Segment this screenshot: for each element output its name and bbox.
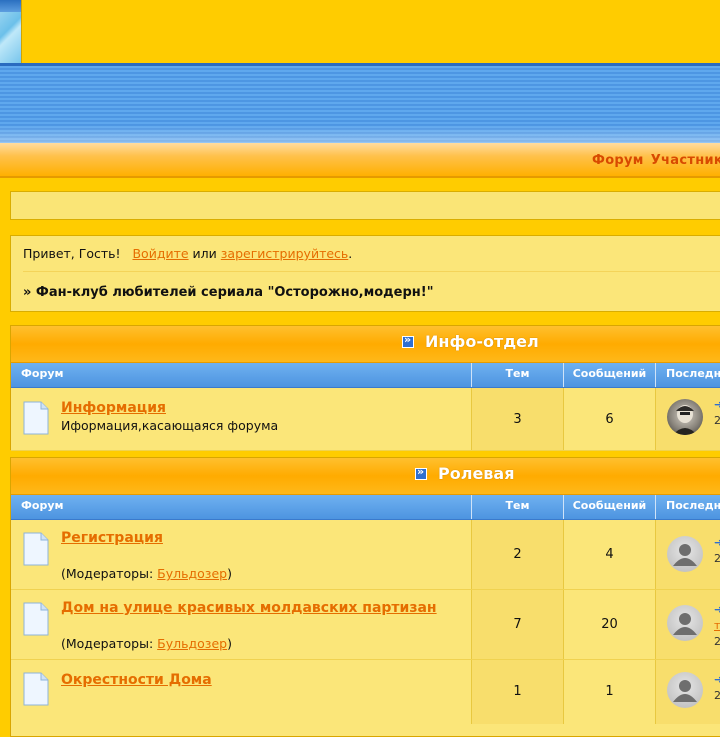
last-post-date: 2 (714, 552, 720, 565)
col-messages: Сообщений (564, 495, 656, 519)
default-user-icon (673, 680, 697, 702)
register-link[interactable]: зарегистрируйтесь (221, 246, 349, 261)
category-roleplay: Ролевая Форум Тем Сообщений Последнее Ре… (10, 457, 720, 737)
announcement-panel (10, 191, 720, 220)
moderators-close: ) (227, 566, 232, 581)
category-title[interactable]: Ролевая (438, 464, 514, 483)
moderators-close: ) (227, 636, 232, 651)
login-link[interactable]: Войдите (132, 246, 188, 261)
category-title[interactable]: Инфо-отдел (425, 332, 539, 351)
moderator-link[interactable]: Бульдозер (157, 636, 227, 651)
forum-doc-icon (23, 672, 49, 706)
forum-row: Дом на улице красивых молдавских партиза… (11, 590, 720, 660)
forum-row: Окрестности Дома 1 1 ➜ 2 (11, 660, 720, 724)
header-logo-corner (0, 0, 22, 63)
forum-last-post: ➜ т 2 (656, 590, 720, 659)
forum-last-post: ➜ 2 (656, 388, 720, 450)
forum-messages-count: 1 (564, 660, 656, 724)
or-text: или (192, 246, 217, 261)
forum-row: Регистрация (Модераторы: Бульдозер) 2 4 … (11, 520, 720, 590)
last-post-date: 2 (714, 414, 720, 427)
last-post-topic-link[interactable]: т (714, 618, 720, 634)
forum-title-link[interactable]: Регистрация (61, 530, 163, 546)
avatar[interactable] (667, 399, 703, 435)
last-post-info: ➜ 2 (714, 672, 720, 704)
forum-moderators: (Модераторы: Бульдозер) (61, 636, 232, 651)
column-headers: Форум Тем Сообщений Последнее (11, 363, 720, 388)
last-post-date: 2 (714, 635, 720, 648)
forum-messages-count: 4 (564, 520, 656, 589)
forum-doc-icon (23, 532, 49, 566)
avatar-photo-icon (673, 405, 697, 435)
forum-last-post: ➜ 2 (656, 520, 720, 589)
default-user-icon (673, 544, 697, 566)
last-post-info: ➜ т 2 (714, 602, 720, 650)
header-banner (0, 63, 720, 143)
forum-topics-count: 2 (472, 520, 564, 589)
forum-moderators: (Модераторы: Бульдозер) (61, 566, 232, 581)
col-topics: Тем (472, 363, 564, 387)
last-post-info: ➜ 2 (714, 535, 720, 567)
moderators-label: (Модераторы: (61, 636, 154, 651)
forum-topics-count: 3 (472, 388, 564, 450)
welcome-divider (23, 271, 720, 272)
column-headers: Форум Тем Сообщений Последнее (11, 495, 720, 520)
welcome-line: Привет, Гость! Войдите или зарегистрируй… (23, 246, 352, 261)
welcome-dot: . (348, 246, 353, 261)
category-info: Инфо-отдел Форум Тем Сообщений Последнее… (10, 325, 720, 451)
nav-links: Форум Участники (592, 153, 720, 168)
forum-cell: Дом на улице красивых молдавских партиза… (11, 590, 472, 659)
header-top-band (0, 0, 720, 63)
collapse-icon[interactable] (415, 465, 427, 480)
col-forum: Форум (11, 363, 472, 387)
forum-messages-count: 20 (564, 590, 656, 659)
avatar[interactable] (667, 536, 703, 572)
forum-title-link[interactable]: Информация (61, 400, 166, 416)
header-logo-strip (0, 0, 21, 12)
last-post-arrow-icon[interactable]: ➜ (714, 535, 720, 551)
forum-cell: Информация Иформация,касающаяся форума (11, 388, 472, 450)
forum-doc-icon (23, 602, 49, 636)
last-post-arrow-icon[interactable]: ➜ (714, 397, 720, 413)
avatar[interactable] (667, 605, 703, 641)
navigation-bar: Форум Участники (0, 143, 720, 178)
nav-link-forum[interactable]: Форум (592, 153, 644, 168)
forum-topics-count: 7 (472, 590, 564, 659)
avatar[interactable] (667, 672, 703, 708)
welcome-panel: Привет, Гость! Войдите или зарегистрируй… (10, 235, 720, 312)
moderators-label: (Модераторы: (61, 566, 154, 581)
moderator-link[interactable]: Бульдозер (157, 566, 227, 581)
breadcrumb[interactable]: » Фан-клуб любителей сериала "Осторожно,… (23, 285, 433, 300)
forum-doc-icon (23, 401, 49, 435)
forum-row: Информация Иформация,касающаяся форума 3… (11, 388, 720, 451)
nav-link-members[interactable]: Участники (651, 153, 720, 168)
last-post-arrow-icon[interactable]: ➜ (714, 602, 720, 618)
last-post-arrow-icon[interactable]: ➜ (714, 672, 720, 688)
category-header: Ролевая (11, 458, 720, 495)
greeting-text: Привет, Гость! (23, 246, 121, 261)
last-post-date: 2 (714, 689, 720, 702)
collapse-icon[interactable] (402, 333, 414, 348)
forum-cell: Окрестности Дома (11, 660, 472, 724)
forum-title-link[interactable]: Дом на улице красивых молдавских партиза… (61, 600, 437, 616)
default-user-icon (673, 613, 697, 635)
col-topics: Тем (472, 495, 564, 519)
col-messages: Сообщений (564, 363, 656, 387)
forum-last-post: ➜ 2 (656, 660, 720, 724)
forum-messages-count: 6 (564, 388, 656, 450)
forum-cell: Регистрация (Модераторы: Бульдозер) (11, 520, 472, 589)
col-last: Последнее (666, 367, 720, 380)
last-post-info: ➜ 2 (714, 397, 720, 429)
col-last: Последнее (666, 499, 720, 512)
category-header: Инфо-отдел (11, 326, 720, 363)
forum-description: Иформация,касающаяся форума (61, 418, 279, 433)
forum-topics-count: 1 (472, 660, 564, 724)
forum-title-link[interactable]: Окрестности Дома (61, 672, 212, 688)
col-forum: Форум (11, 495, 472, 519)
